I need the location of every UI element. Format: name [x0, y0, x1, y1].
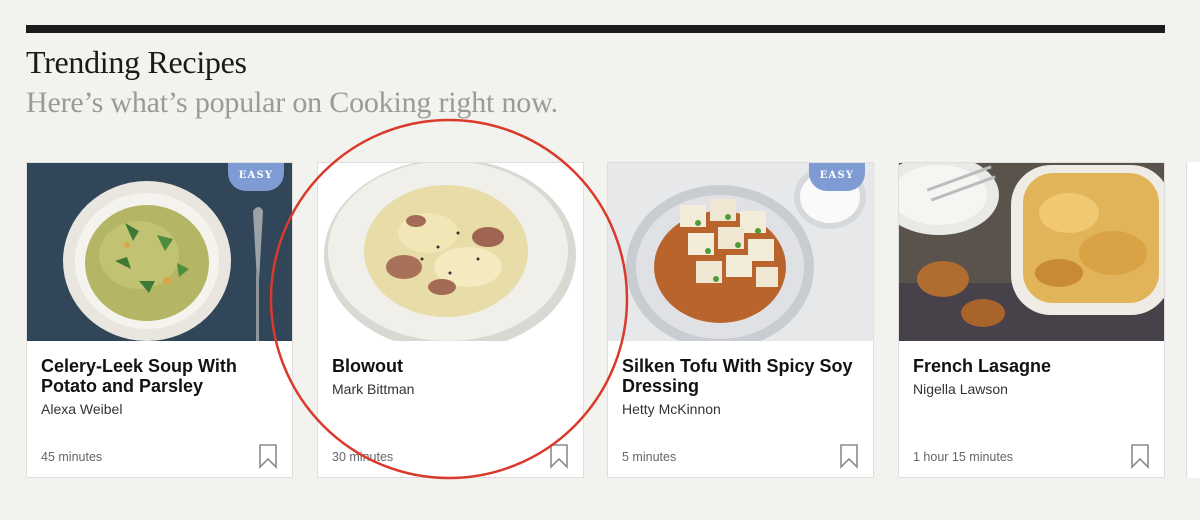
recipe-card[interactable]: French Lasagne Nigella Lawson 1 hour 15 …	[898, 162, 1165, 478]
recipe-card[interactable]: Blowout Mark Bittman 30 minutes	[317, 162, 584, 478]
recipe-author[interactable]: Nigella Lawson	[913, 381, 1008, 397]
recipe-author[interactable]: Alexa Weibel	[41, 401, 122, 417]
next-recipe-card-edge[interactable]	[1186, 162, 1200, 478]
recipe-title[interactable]: Celery-Leek Soup With Potato and Parsley	[41, 356, 281, 396]
recipe-time: 45 minutes	[41, 450, 103, 464]
recipe-card[interactable]: EASY Celery-Leek Soup With Potato and Pa…	[26, 162, 293, 478]
bookmark-icon[interactable]	[258, 444, 278, 469]
recipe-image-mashed-potatoes[interactable]	[318, 163, 583, 341]
recipe-title[interactable]: Silken Tofu With Spicy Soy Dressing	[622, 356, 862, 396]
recipe-author[interactable]: Hetty McKinnon	[622, 401, 721, 417]
bookmark-icon[interactable]	[549, 444, 569, 469]
top-rule	[26, 25, 1165, 33]
recipe-time: 30 minutes	[332, 450, 394, 464]
recipe-image-soup[interactable]: EASY	[27, 163, 292, 341]
easy-badge: EASY	[228, 163, 284, 191]
easy-badge: EASY	[809, 163, 865, 191]
section-subtitle: Here’s what’s popular on Cooking right n…	[26, 86, 558, 119]
bookmark-icon[interactable]	[839, 444, 859, 469]
recipe-card[interactable]: EASY Silken Tofu With Spicy Soy Dressing…	[607, 162, 874, 478]
recipe-image-tofu[interactable]: EASY	[608, 163, 873, 341]
recipe-title[interactable]: Blowout	[332, 356, 572, 376]
recipe-author[interactable]: Mark Bittman	[332, 381, 414, 397]
recipe-image-lasagne[interactable]	[899, 163, 1164, 341]
section-title: Trending Recipes	[26, 44, 247, 80]
recipe-time: 1 hour 15 minutes	[913, 450, 1014, 464]
recipe-time: 5 minutes	[622, 450, 677, 464]
section-header: Trending Recipes Here’s what’s popular o…	[26, 44, 558, 120]
bookmark-icon[interactable]	[1130, 444, 1150, 469]
recipe-title[interactable]: French Lasagne	[913, 356, 1153, 376]
